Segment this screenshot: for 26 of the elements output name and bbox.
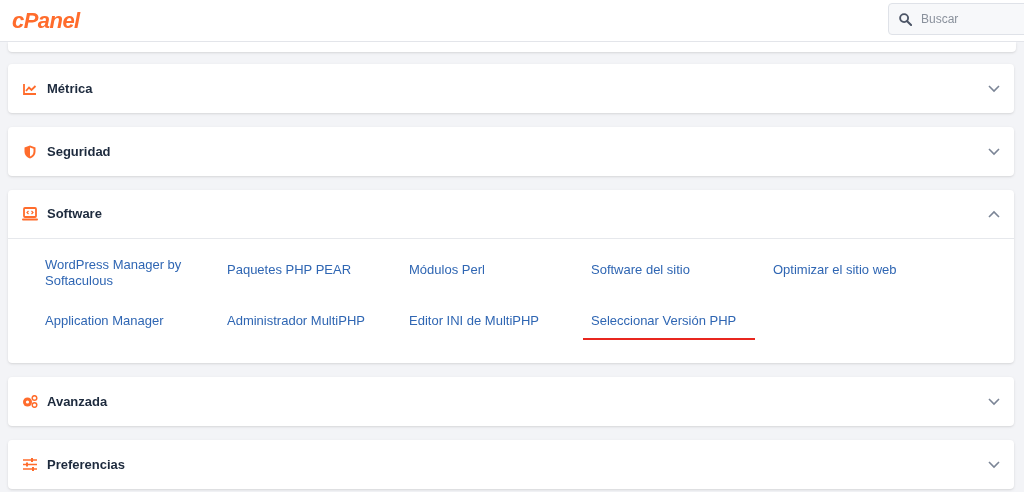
- chevron-down-icon[interactable]: [988, 84, 1000, 93]
- search-field[interactable]: Buscar: [888, 3, 1024, 35]
- software-link[interactable]: Software del sitio: [591, 262, 751, 278]
- chevron-down-icon[interactable]: [988, 397, 1000, 406]
- chevron-down-icon[interactable]: [988, 147, 1000, 156]
- software-link[interactable]: Seleccionar Versión PHP: [591, 313, 751, 329]
- software-link[interactable]: WordPress Manager by Softaculous: [45, 257, 205, 289]
- chevron-up-icon[interactable]: [988, 210, 1000, 218]
- shield-icon: [24, 144, 36, 159]
- software-link[interactable]: Application Manager: [45, 313, 205, 329]
- search-icon: [899, 13, 912, 26]
- software-link[interactable]: Editor INI de MultiPHP: [409, 313, 569, 329]
- section-title[interactable]: Avanzada: [47, 391, 979, 412]
- section-title[interactable]: Preferencias: [47, 454, 979, 475]
- laptop-icon: [22, 207, 38, 221]
- line-chart-icon: [23, 82, 37, 95]
- sliders-icon: [23, 458, 37, 471]
- section-title[interactable]: Seguridad: [47, 141, 979, 162]
- gears-icon: [22, 395, 38, 408]
- software-link[interactable]: Módulos Perl: [409, 262, 569, 278]
- software-link[interactable]: Optimizar el sitio web: [773, 262, 933, 278]
- section-title[interactable]: Métrica: [47, 78, 979, 99]
- chevron-down-icon[interactable]: [988, 460, 1000, 469]
- software-link[interactable]: Paquetes PHP PEAR: [227, 262, 387, 278]
- section-title[interactable]: Software: [47, 204, 979, 224]
- software-link[interactable]: Administrador MultiPHP: [227, 313, 387, 329]
